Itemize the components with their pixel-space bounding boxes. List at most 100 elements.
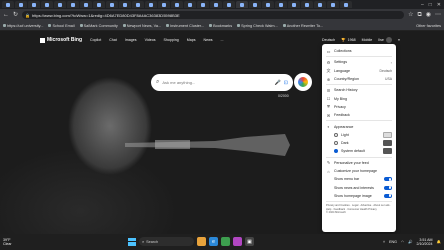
personalize-feed-link[interactable]: ✎ Personalize your feed	[326, 159, 392, 167]
browser-tab[interactable]	[171, 1, 183, 8]
browser-tab[interactable]	[184, 1, 196, 8]
search-input[interactable]: Ask me anything...	[162, 80, 271, 85]
browser-tab[interactable]	[119, 1, 131, 8]
nav-news[interactable]: News	[204, 38, 213, 42]
browser-tab[interactable]	[132, 1, 144, 8]
bookmark-item[interactable]: School Email	[48, 24, 75, 28]
nav-maps[interactable]: Maps	[187, 38, 196, 42]
back-arrow-icon[interactable]: ←	[3, 12, 9, 18]
bookmark-item[interactable]: Another Rewriter To...	[282, 24, 323, 28]
browser-tab[interactable]	[223, 1, 235, 8]
notification-bell-icon[interactable]: 🔔	[437, 240, 441, 244]
tab-favicon	[266, 2, 270, 7]
feedback-icon: ✉	[326, 112, 331, 118]
other-favorites[interactable]: Other favorites	[416, 24, 444, 28]
app-icon[interactable]	[233, 237, 242, 246]
browser-tab[interactable]	[340, 1, 352, 8]
homepage-image-toggle[interactable]	[384, 193, 392, 198]
panel-item-value: Deutsch	[379, 68, 392, 73]
browser-tab[interactable]	[249, 1, 261, 8]
browser-tab[interactable]	[15, 1, 27, 8]
more-menu-icon[interactable]: ⋯	[435, 12, 441, 18]
theme-option-light[interactable]: Light	[326, 131, 392, 139]
taskbar-search[interactable]: ⌕ Search	[139, 237, 194, 246]
browser-tab[interactable]	[197, 1, 209, 8]
panel-item-search-history[interactable]: ☰ Search History	[326, 86, 392, 94]
nav-videos[interactable]: Videos	[145, 38, 156, 42]
user-link[interactable]: Ilse	[378, 37, 392, 43]
clock[interactable]: 3:51 AM 2/10/2024	[417, 238, 433, 246]
minimize-icon[interactable]: –	[421, 2, 424, 8]
windows-start-icon[interactable]	[128, 237, 136, 246]
bookmark-item[interactable]: Instrument Cluster...	[166, 24, 204, 28]
browser-tab[interactable]	[145, 1, 157, 8]
maximize-icon[interactable]: □	[429, 2, 432, 8]
mobile-link[interactable]: Mobile	[362, 38, 373, 42]
chevron-up-icon[interactable]: ˄	[383, 240, 385, 244]
news-toggle[interactable]	[384, 185, 392, 190]
copilot-button[interactable]	[294, 73, 312, 91]
browser-tab[interactable]	[327, 1, 339, 8]
browser-tab[interactable]	[106, 1, 118, 8]
browser-tab[interactable]	[210, 1, 222, 8]
profile-icon[interactable]: ◉	[426, 12, 431, 18]
bookmark-item[interactable]: Newport News, Va...	[122, 24, 161, 28]
radio-button-selected[interactable]	[334, 149, 338, 154]
browser-tab[interactable]	[301, 1, 313, 8]
browser-tab[interactable]	[54, 1, 66, 8]
nav-chat[interactable]: Chat	[109, 38, 117, 42]
app-icon[interactable]	[221, 237, 230, 246]
browser-tab[interactable]	[288, 1, 300, 8]
browser-tab[interactable]	[93, 1, 105, 8]
url-field[interactable]: 🔒 https://www.bing.com/?toWww=1&redig=4D…	[22, 11, 405, 19]
theme-option-system[interactable]: System default	[326, 147, 392, 155]
weather-widget[interactable]: 39°F Clear	[3, 238, 12, 246]
browser-tab[interactable]	[80, 1, 92, 8]
radio-button[interactable]	[334, 132, 338, 137]
browser-tab[interactable]	[275, 1, 287, 8]
bing-logo[interactable]: Microsoft Bing	[40, 37, 82, 43]
edge-browser-icon[interactable]: e	[209, 237, 218, 246]
nav-more[interactable]: ...	[221, 38, 224, 42]
nav-copilot[interactable]: Copilot	[90, 38, 101, 42]
bookmark-item[interactable]: SalMark Community	[79, 24, 118, 28]
radio-button[interactable]	[334, 141, 338, 146]
visual-search-icon[interactable]: ⊡	[284, 80, 288, 86]
search-box[interactable]: ⌕ Ask me anything... 🎤 ⊡	[151, 74, 293, 91]
input-language[interactable]: ENG	[389, 240, 397, 244]
close-icon[interactable]: ✕	[437, 2, 441, 8]
refresh-icon[interactable]: ↻	[13, 12, 18, 18]
browser-tab[interactable]	[314, 1, 326, 8]
panel-item-region[interactable]: ⊕ Country/Region USA	[326, 75, 392, 83]
panel-item-settings[interactable]: ⚙ Settings ›	[326, 58, 392, 66]
extensions-icon[interactable]: ⧉	[417, 12, 421, 18]
menu-bar-toggle[interactable]	[384, 177, 392, 182]
wifi-icon[interactable]: ◠	[401, 240, 404, 244]
browser-tab[interactable]	[67, 1, 79, 8]
nav-shopping[interactable]: Shopping	[164, 38, 179, 42]
panel-item-collections[interactable]: ▭ Collections	[326, 47, 392, 55]
browser-tab[interactable]	[2, 1, 14, 8]
panel-item-feedback[interactable]: ✉ Feedback	[326, 111, 392, 119]
browser-tab[interactable]	[41, 1, 53, 8]
panel-item-privacy[interactable]: ⛨ Privacy	[326, 103, 392, 111]
browser-tab[interactable]	[28, 1, 40, 8]
browser-tab-active[interactable]	[236, 1, 248, 8]
microphone-icon[interactable]: 🎤	[275, 80, 281, 86]
favorites-star-icon[interactable]: ☆	[408, 12, 413, 18]
store-icon[interactable]: ▣	[245, 237, 254, 246]
language-link[interactable]: Deutsch	[322, 38, 335, 42]
theme-option-dark[interactable]: Dark	[326, 139, 392, 147]
browser-tab[interactable]	[158, 1, 170, 8]
hamburger-menu-icon[interactable]: ≡	[398, 38, 400, 42]
panel-item-language[interactable]: 文 Language Deutsch	[326, 67, 393, 75]
rewards-link[interactable]: 🏆 1968	[341, 38, 355, 42]
volume-icon[interactable]: 🔊	[408, 240, 412, 244]
folder-icon[interactable]	[197, 237, 206, 246]
bookmark-item[interactable]: https://ucf.university...	[3, 24, 43, 28]
panel-item-my-bing[interactable]: ☐ My Bing	[326, 94, 392, 102]
bookmark-item[interactable]: Spring Check Walm...	[237, 24, 278, 28]
bookmark-item[interactable]: Bookmarks	[209, 24, 232, 28]
nav-images[interactable]: Images	[125, 38, 137, 42]
browser-tab[interactable]	[262, 1, 274, 8]
